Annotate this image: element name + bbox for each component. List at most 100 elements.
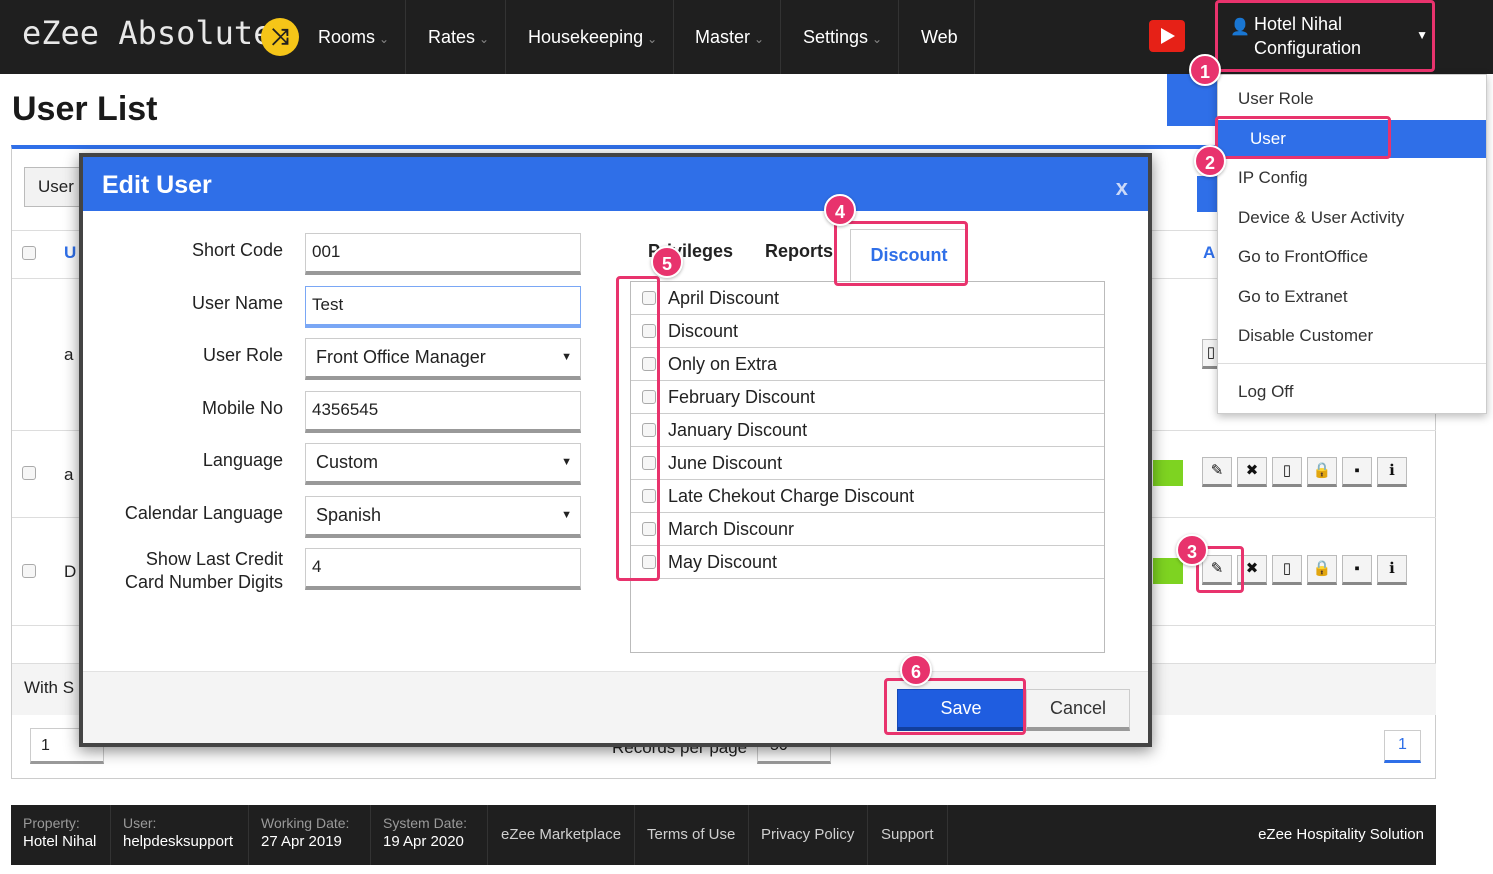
- discount-label: Late Chekout Charge Discount: [668, 486, 915, 506]
- link-terms[interactable]: Terms of Use: [634, 805, 750, 865]
- status-value: Hotel Nihal: [23, 833, 97, 850]
- lock-icon[interactable]: 🔒: [1307, 457, 1337, 487]
- calendar-language-select[interactable]: Spanish ▼: [305, 496, 581, 538]
- message-icon[interactable]: ▪: [1342, 555, 1372, 585]
- chevron-down-icon: ⌄: [754, 32, 765, 46]
- discount-label: January Discount: [668, 420, 808, 440]
- row-text-fragment: a: [64, 465, 74, 484]
- user-filter-button[interactable]: User: [24, 167, 80, 207]
- list-item[interactable]: Only on Extra: [631, 348, 1104, 381]
- link-marketplace[interactable]: eZee Marketplace: [488, 805, 636, 865]
- close-icon[interactable]: x: [1116, 175, 1128, 201]
- cancel-button[interactable]: Cancel: [1026, 689, 1130, 731]
- brand-label: eZee Hospitality Solution: [1258, 826, 1424, 843]
- status-label: Property:: [23, 815, 80, 831]
- user-role-select[interactable]: Front Office Manager ▼: [305, 338, 581, 380]
- list-item[interactable]: January Discount: [631, 414, 1104, 447]
- language-value: Custom: [316, 452, 379, 472]
- link-privacy[interactable]: Privacy Policy: [748, 805, 869, 865]
- list-item[interactable]: February Discount: [631, 381, 1104, 414]
- status-value: helpdesksupport: [123, 833, 234, 850]
- card-digits-label-line2: Card Number Digits: [124, 572, 283, 592]
- status-label: Working Date:: [261, 815, 350, 831]
- nav-master[interactable]: Master ⌄: [679, 0, 782, 74]
- column-header-fragment[interactable]: U: [64, 243, 76, 263]
- nav-rooms[interactable]: Rooms ⌄: [302, 0, 407, 74]
- calendar-language-label: Calendar Language: [124, 503, 283, 523]
- status-label: System Date:: [383, 815, 468, 831]
- card-digits-label-line1: Show Last Credit: [145, 549, 283, 569]
- menu-item-device-activity[interactable]: Device & User Activity: [1218, 199, 1486, 237]
- youtube-icon[interactable]: [1149, 20, 1185, 52]
- discount-list: April Discount Discount Only on Extra Fe…: [630, 281, 1105, 653]
- status-value: 19 Apr 2020: [383, 833, 464, 850]
- discount-label: May Discount: [668, 552, 778, 572]
- info-icon[interactable]: ℹ: [1377, 457, 1407, 487]
- nav-web[interactable]: Web: [905, 0, 975, 74]
- list-item[interactable]: June Discount: [631, 447, 1104, 480]
- status-system-date: System Date: 19 Apr 2020: [371, 805, 488, 865]
- card-digits-label: Show Last Credit Card Number Digits: [83, 549, 283, 593]
- menu-item-frontoffice[interactable]: Go to FrontOffice: [1218, 238, 1486, 276]
- list-item[interactable]: April Discount: [631, 282, 1104, 315]
- blue-button-peek[interactable]: [1197, 176, 1217, 212]
- select-all-checkbox[interactable]: [22, 246, 36, 260]
- shuffle-icon[interactable]: ⤨: [261, 18, 299, 56]
- link-support[interactable]: Support: [868, 805, 948, 865]
- list-item[interactable]: May Discount: [631, 546, 1104, 579]
- pagination-page-1[interactable]: 1: [1384, 730, 1421, 763]
- chevron-down-icon: ▼: [561, 351, 572, 363]
- row-text-fragment: a: [64, 345, 74, 364]
- tab-reports[interactable]: Reports: [765, 241, 833, 262]
- status-value: 27 Apr 2019: [261, 833, 342, 850]
- delete-icon[interactable]: ✖: [1237, 457, 1267, 487]
- user-name-input[interactable]: Test: [305, 286, 581, 328]
- language-select[interactable]: Custom ▼: [305, 443, 581, 485]
- row-checkbox[interactable]: [22, 466, 36, 480]
- nav-settings[interactable]: Settings ⌄: [787, 0, 900, 74]
- edit-icon[interactable]: ✎: [1202, 457, 1232, 487]
- highlight-box: [1215, 116, 1391, 159]
- nav-rates[interactable]: Rates ⌄: [412, 0, 507, 74]
- menu-item-ip-config[interactable]: IP Config: [1218, 159, 1486, 197]
- nav-label: Settings: [803, 27, 869, 47]
- row-checkbox[interactable]: [22, 564, 36, 578]
- menu-item-log-off[interactable]: Log Off: [1218, 373, 1486, 411]
- discount-label: February Discount: [668, 387, 816, 407]
- app-logo[interactable]: eZee Absolute: [22, 14, 272, 52]
- language-label: Language: [202, 450, 283, 470]
- discount-label: June Discount: [668, 453, 783, 473]
- menu-item-disable-customer[interactable]: Disable Customer: [1218, 317, 1486, 355]
- step-badge: 5: [651, 246, 683, 278]
- status-user: User: helpdesksupport: [111, 805, 249, 865]
- list-item[interactable]: March Discounr: [631, 513, 1104, 546]
- list-item[interactable]: Late Chekout Charge Discount: [631, 480, 1104, 513]
- status-badge: [1153, 460, 1183, 486]
- highlight-box: [884, 678, 1026, 735]
- column-header-fragment: A: [1203, 243, 1216, 262]
- list-item[interactable]: Discount: [631, 315, 1104, 348]
- lock-icon[interactable]: 🔒: [1307, 555, 1337, 585]
- menu-item-user-role[interactable]: User Role: [1218, 80, 1486, 118]
- short-code-input[interactable]: 001: [305, 233, 581, 275]
- chevron-down-icon: ⌄: [479, 32, 490, 46]
- device-icon[interactable]: ▯: [1272, 457, 1302, 487]
- info-icon[interactable]: ℹ: [1377, 555, 1407, 585]
- step-badge: 4: [824, 194, 856, 226]
- nav-housekeeping[interactable]: Housekeeping ⌄: [512, 0, 675, 74]
- message-icon[interactable]: ▪: [1342, 457, 1372, 487]
- step-badge: 2: [1194, 145, 1226, 177]
- short-code-label: Short Code: [191, 240, 283, 260]
- with-selected-label: With S: [24, 678, 75, 697]
- modal-header: Edit User x: [83, 157, 1148, 211]
- nav-label: Rates: [428, 27, 476, 47]
- mobile-input[interactable]: 4356545: [305, 391, 581, 433]
- calendar-language-value: Spanish: [316, 505, 382, 525]
- menu-item-extranet[interactable]: Go to Extranet: [1218, 278, 1486, 316]
- card-digits-input[interactable]: 4: [305, 548, 581, 590]
- mobile-label: Mobile No: [201, 398, 283, 418]
- discount-label: April Discount: [668, 288, 780, 308]
- step-badge: 3: [1176, 534, 1208, 566]
- status-label: User:: [123, 815, 157, 831]
- device-icon[interactable]: ▯: [1272, 555, 1302, 585]
